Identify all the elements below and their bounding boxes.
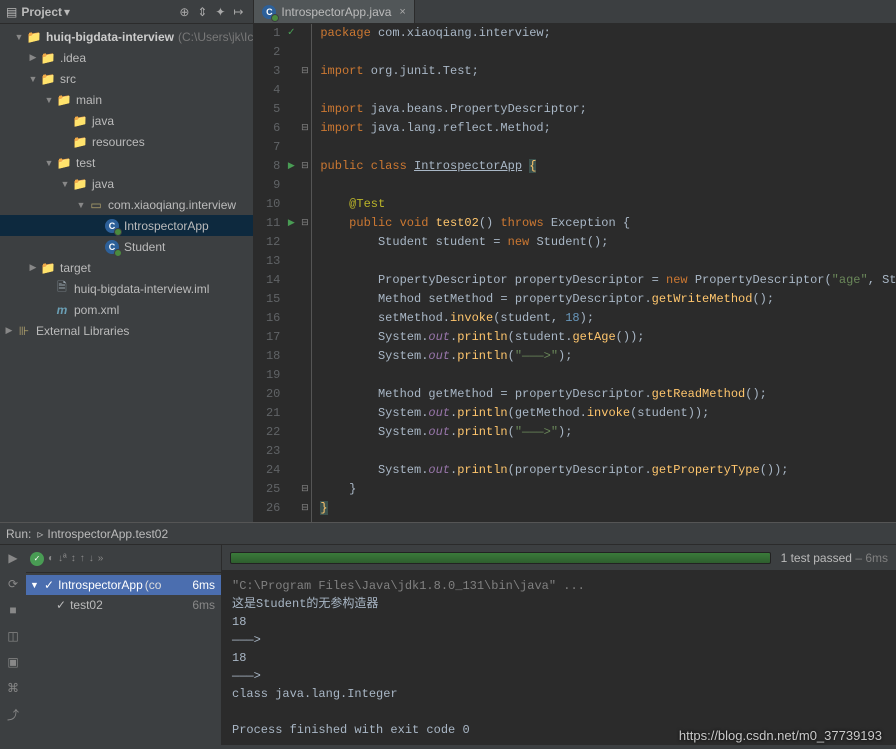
- tree-node[interactable]: ▼📁java: [0, 173, 253, 194]
- code-content[interactable]: package com.xiaoqiang.interview;import o…: [312, 24, 896, 522]
- test-child-time: 6ms: [192, 598, 221, 612]
- debug-icon[interactable]: ⟳: [4, 575, 22, 593]
- filter-icon[interactable]: ⌘: [4, 679, 22, 697]
- hide-icon[interactable]: ↦: [229, 3, 247, 21]
- project-tree[interactable]: ▼📁huiq-bigdata-interview (C:\Users\jk\Ic…: [0, 24, 253, 522]
- editor-area: C IntrospectorApp.java × 123456789101112…: [254, 0, 896, 522]
- tree-node[interactable]: ▶📁target: [0, 257, 253, 278]
- run-header: Run: ▹ IntrospectorApp.test02: [0, 523, 896, 545]
- stop-icon[interactable]: ■: [4, 601, 22, 619]
- tree-node[interactable]: 📁java: [0, 110, 253, 131]
- test-status: 1 test passed – 6ms: [781, 551, 888, 565]
- run-panel: Run: ▹ IntrospectorApp.test02 ▶ ⟳ ■ ◫ ▣ …: [0, 522, 896, 745]
- rerun-icon[interactable]: ▶: [4, 549, 22, 567]
- run-target-icon: ▹: [37, 527, 43, 541]
- close-icon[interactable]: ×: [399, 6, 405, 18]
- more-icon[interactable]: »: [98, 553, 104, 564]
- next-icon[interactable]: ↓: [89, 553, 94, 564]
- tree-node[interactable]: 🗎huiq-bigdata-interview.iml: [0, 278, 253, 299]
- project-icon: ▤: [6, 5, 17, 19]
- gutter-markers[interactable]: ✓▶▶: [284, 24, 298, 522]
- sort-icon[interactable]: ↓ª: [58, 553, 67, 564]
- run-title: Run:: [6, 527, 31, 541]
- run-tree-toolbar: ✓ ◐ ↓ª ↕ ↑ ↓ »: [26, 545, 221, 573]
- console-area: 1 test passed – 6ms "C:\Program Files\Ja…: [222, 545, 896, 745]
- test-root-suffix: (co: [145, 578, 162, 592]
- line-numbers: 1234567891011121314151617181920212223242…: [254, 24, 284, 522]
- tree-node[interactable]: 📁resources: [0, 131, 253, 152]
- export-icon[interactable]: ⤴: [4, 705, 22, 723]
- watermark: https://blog.csdn.net/m0_37739193: [679, 728, 882, 743]
- gear-icon[interactable]: ✦: [211, 3, 229, 21]
- tree-node[interactable]: mpom.xml: [0, 299, 253, 320]
- tree-node[interactable]: ▼▭com.xiaoqiang.interview: [0, 194, 253, 215]
- code-editor[interactable]: 1234567891011121314151617181920212223242…: [254, 24, 896, 522]
- test-child-node[interactable]: ✓ test02 6ms: [26, 595, 221, 615]
- run-test-tree: ✓ ◐ ↓ª ↕ ↑ ↓ » ▼ ✓ IntrospectorApp (co 6…: [26, 545, 222, 745]
- run-target[interactable]: IntrospectorApp.test02: [47, 527, 168, 541]
- project-title[interactable]: Project: [21, 5, 62, 19]
- tree-node[interactable]: ▶📁.idea: [0, 47, 253, 68]
- tree-node[interactable]: CStudent: [0, 236, 253, 257]
- prev-icon[interactable]: ↑: [80, 553, 85, 564]
- test-root-label: IntrospectorApp: [58, 578, 143, 592]
- fold-column[interactable]: ⊟⊟⊟⊟⊟⊟: [298, 24, 312, 522]
- tree-node[interactable]: CIntrospectorApp: [0, 215, 253, 236]
- collapse-icon[interactable]: ⇕: [193, 3, 211, 21]
- target-icon[interactable]: ⊕: [175, 3, 193, 21]
- console-output[interactable]: "C:\Program Files\Java\jdk1.8.0_131\bin\…: [222, 571, 896, 745]
- chevron-down-icon[interactable]: ▾: [64, 5, 70, 19]
- tree-node[interactable]: ▼📁main: [0, 89, 253, 110]
- project-sidebar: ▤ Project ▾ ⊕ ⇕ ✦ ↦ ▼📁huiq-bigdata-inter…: [0, 0, 254, 522]
- project-header: ▤ Project ▾ ⊕ ⇕ ✦ ↦: [0, 0, 253, 24]
- ok-badge-icon[interactable]: ✓: [30, 552, 44, 566]
- layout-icon[interactable]: ▣: [4, 653, 22, 671]
- expand-icon[interactable]: ↕: [71, 553, 76, 564]
- test-root-node[interactable]: ▼ ✓ IntrospectorApp (co 6ms: [26, 575, 221, 595]
- editor-tabs: C IntrospectorApp.java ×: [254, 0, 896, 24]
- ok-badge-icon: ✓: [44, 578, 54, 592]
- test-root-time: 6ms: [192, 578, 221, 592]
- toggle-icon[interactable]: ◐: [48, 553, 54, 564]
- test-progress-bar: [230, 552, 771, 564]
- tree-node[interactable]: ▼📁src: [0, 68, 253, 89]
- tree-node[interactable]: ▶⊪External Libraries: [0, 320, 253, 341]
- pin-icon[interactable]: ◫: [4, 627, 22, 645]
- tree-node[interactable]: ▼📁test: [0, 152, 253, 173]
- tree-node[interactable]: ▼📁huiq-bigdata-interview (C:\Users\jk\Ic: [0, 26, 253, 47]
- tab-introspectorapp[interactable]: C IntrospectorApp.java ×: [254, 0, 415, 23]
- chevron-down-icon: ▼: [30, 580, 40, 590]
- test-child-label: test02: [70, 598, 103, 612]
- ok-badge-icon: ✓: [56, 598, 66, 612]
- tab-label: IntrospectorApp.java: [281, 5, 391, 19]
- class-icon: C: [262, 5, 276, 19]
- run-left-toolbar: ▶ ⟳ ■ ◫ ▣ ⌘ ⤴: [0, 545, 26, 745]
